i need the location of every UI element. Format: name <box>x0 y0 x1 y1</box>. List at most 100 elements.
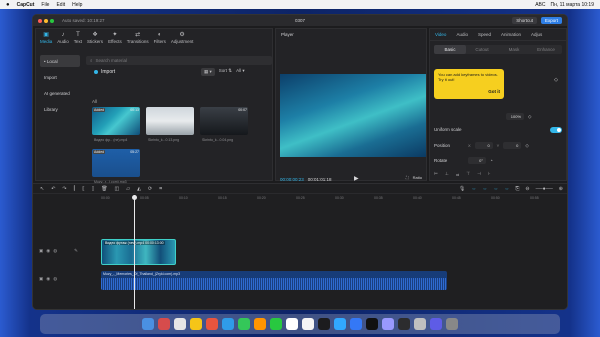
media-item[interactable]: Added 00:13 <box>92 107 140 135</box>
split-icon[interactable]: ⫿ <box>74 186 76 192</box>
pos-y-field[interactable]: 0 <box>503 142 522 149</box>
messages-icon[interactable] <box>270 318 282 330</box>
notes-icon[interactable] <box>302 318 314 330</box>
align-left-icon[interactable]: ⊨ <box>434 171 438 177</box>
export-button[interactable]: Export <box>540 17 562 24</box>
shortcut-button[interactable]: Shortcut <box>512 17 537 24</box>
microphone-icon[interactable]: 🎙 <box>459 186 465 192</box>
split-right-icon[interactable]: ⟧ <box>92 186 94 192</box>
uniform-scale-toggle[interactable] <box>550 126 562 133</box>
rotate-field[interactable]: 0° <box>468 157 486 164</box>
scale-field[interactable]: 100% <box>506 113 524 120</box>
keyframe-icon[interactable]: ◇ <box>528 114 531 120</box>
app-icon[interactable] <box>398 318 410 330</box>
view-mode-button[interactable]: ▦ ▾ <box>201 68 215 76</box>
tab-transitions[interactable]: ⇄ Transitions <box>127 32 149 44</box>
photoshop-icon[interactable] <box>334 318 346 330</box>
sidebar-item-library[interactable]: Library <box>40 103 80 115</box>
import-button[interactable]: Import <box>94 69 115 75</box>
subtab-cutout[interactable]: Cutout <box>466 45 498 54</box>
delete-icon[interactable]: 🗑 <box>101 186 107 192</box>
tab-text[interactable]: T Text <box>74 32 82 44</box>
tab-animation[interactable]: Animation <box>501 32 521 37</box>
hide-track-icon[interactable]: ◉ <box>46 248 50 254</box>
split-left-icon[interactable]: ⟦ <box>82 186 84 192</box>
clock[interactable]: Пн, 11 марта 10:19 <box>550 2 594 8</box>
app-icon[interactable] <box>174 318 186 330</box>
align-center-icon[interactable]: ⊥ <box>445 171 449 177</box>
keyboard-layout[interactable]: ABC <box>535 2 545 8</box>
redo-icon[interactable]: ↷ <box>62 186 66 192</box>
capcut-icon[interactable] <box>366 318 378 330</box>
rotate-tool-icon[interactable]: ⟳ <box>148 186 152 192</box>
subtab-basic[interactable]: Basic <box>434 45 466 54</box>
tab-audio-inspector[interactable]: Audio <box>456 32 468 37</box>
zoom-slider[interactable]: ──●── <box>536 186 553 192</box>
menu-help[interactable]: Help <box>72 2 82 8</box>
freeze-icon[interactable]: ◫ <box>115 186 120 192</box>
snap-icon[interactable]: ⇔ <box>493 186 498 192</box>
rotate-dial-icon[interactable]: ◔ <box>490 158 493 163</box>
apple-icon[interactable]: ● <box>6 2 10 8</box>
mail-icon[interactable] <box>222 318 234 330</box>
premiere-icon[interactable] <box>382 318 394 330</box>
filter-all-button[interactable]: All ▾ <box>236 68 245 76</box>
align-middle-icon[interactable]: ⊣ <box>477 171 481 177</box>
video-preview[interactable] <box>280 74 426 157</box>
tab-filters[interactable]: ◐ Filters <box>154 32 166 44</box>
search-input[interactable]: ⌕ Search material <box>86 56 272 65</box>
media-item[interactable] <box>146 107 194 135</box>
media-item[interactable]: Added 05:27 <box>92 149 140 177</box>
browser-icon[interactable] <box>190 318 202 330</box>
tab-speed[interactable]: Speed <box>478 32 491 37</box>
menu-file[interactable]: File <box>41 2 49 8</box>
tab-media[interactable]: ▣ Media <box>40 32 52 44</box>
lock-track-icon[interactable]: ▣ <box>39 248 43 254</box>
mirror-icon[interactable]: ◭ <box>137 186 141 192</box>
video-clip[interactable]: Видео футаж (new).mp4 00:00:13:00 <box>101 239 176 265</box>
app-icon[interactable] <box>238 318 250 330</box>
menu-edit[interactable]: Edit <box>56 2 65 8</box>
media-item[interactable]: 00:07 <box>200 107 248 135</box>
tab-adjust[interactable]: Adjus <box>531 32 542 37</box>
minimize-window-icon[interactable] <box>44 18 48 23</box>
tab-video[interactable]: Video <box>435 32 446 37</box>
tab-adjustment[interactable]: ⚙ Adjustment <box>171 32 194 44</box>
mute-track-icon[interactable]: ◍ <box>53 276 57 282</box>
subtab-mask[interactable]: Mask <box>498 45 530 54</box>
crop-icon[interactable]: ⌗ <box>159 186 162 192</box>
maximize-window-icon[interactable] <box>50 18 54 23</box>
reverse-icon[interactable]: ▱ <box>126 186 130 192</box>
play-button[interactable]: ▶ <box>354 175 359 182</box>
sort-button[interactable]: Sort ⇅ <box>219 68 232 76</box>
app-icon[interactable] <box>350 318 362 330</box>
got-it-button[interactable]: Got it <box>488 89 500 94</box>
sidebar-item-import[interactable]: Import <box>40 71 80 83</box>
tab-audio[interactable]: ♪ Audio <box>57 32 69 44</box>
keyframe-icon[interactable]: ◇ <box>525 143 528 149</box>
align-right-icon[interactable]: ⫤ <box>456 172 459 177</box>
hide-track-icon[interactable]: ◉ <box>46 276 50 282</box>
split-screen-icon[interactable]: ⎘ <box>515 186 519 192</box>
app-menu[interactable]: CapCut <box>17 2 35 8</box>
app-icon[interactable] <box>158 318 170 330</box>
sidebar-item-local[interactable]: • Local <box>40 55 80 67</box>
tab-stickers[interactable]: ❖ Stickers <box>87 32 103 44</box>
trash-icon[interactable] <box>446 318 458 330</box>
lock-track-icon[interactable]: ▣ <box>39 276 43 282</box>
mute-track-icon[interactable]: ◍ <box>53 248 57 254</box>
finder-icon[interactable] <box>142 318 154 330</box>
close-window-icon[interactable] <box>38 18 42 23</box>
link-clips-icon[interactable]: ⇔ <box>471 186 476 192</box>
playhead[interactable] <box>132 195 137 309</box>
pos-x-field[interactable]: 0 <box>474 142 493 149</box>
align-top-icon[interactable]: ⊤ <box>466 171 470 177</box>
zoom-in-icon[interactable]: ⊕ <box>559 186 563 192</box>
app-icon[interactable] <box>206 318 218 330</box>
keyframe-icon[interactable]: ◇ <box>554 77 558 83</box>
select-tool-icon[interactable]: ↖ <box>40 186 44 192</box>
undo-icon[interactable]: ↶ <box>51 186 55 192</box>
align-bottom-icon[interactable]: ⊦ <box>488 171 490 177</box>
fullscreen-icon[interactable]: ⛶ <box>406 175 409 180</box>
subtab-enhance[interactable]: Enhance <box>530 45 562 54</box>
